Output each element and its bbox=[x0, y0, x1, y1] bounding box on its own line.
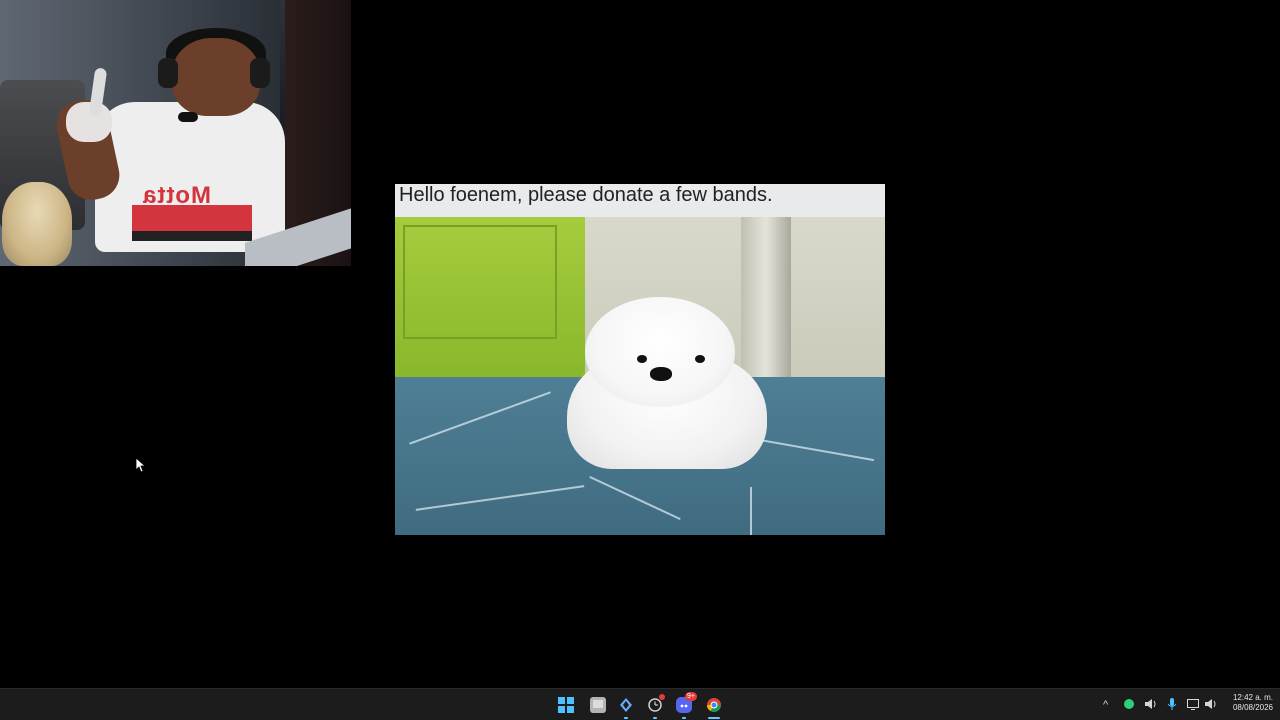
speaker-icon[interactable] bbox=[1144, 697, 1158, 711]
volume-icon[interactable] bbox=[1204, 697, 1218, 711]
taskbar: 9+ ^ 12:42 a. m. 08/08/2026 bbox=[0, 688, 1280, 720]
file-explorer-icon[interactable] bbox=[590, 697, 606, 713]
network-icon[interactable] bbox=[1186, 697, 1200, 711]
discord-icon[interactable]: 9+ bbox=[676, 692, 697, 713]
mouse-cursor-icon bbox=[136, 458, 146, 472]
shirt-dark-stripe bbox=[132, 231, 252, 241]
microphone-icon[interactable] bbox=[1165, 697, 1179, 711]
dog-nose bbox=[650, 367, 672, 381]
dog-eye-right bbox=[695, 355, 705, 363]
donation-alert: Hello foenem, please donate a few bands. bbox=[395, 184, 885, 535]
clock-time: 12:42 a. m. bbox=[1232, 693, 1273, 702]
microphone bbox=[178, 112, 198, 122]
clock-date: 08/08/2026 bbox=[1232, 703, 1273, 712]
status-green-icon[interactable] bbox=[1124, 699, 1134, 709]
dog-eye-left bbox=[637, 355, 647, 363]
streamer-face bbox=[172, 38, 260, 116]
clock-notification-badge bbox=[659, 694, 665, 700]
webcam-overlay: Motta bbox=[0, 0, 351, 266]
aura-active-indicator bbox=[624, 717, 628, 719]
chevron-up-icon[interactable]: ^ bbox=[1103, 699, 1108, 711]
clock-app-icon[interactable] bbox=[647, 694, 665, 713]
cabinet-panel bbox=[403, 225, 557, 339]
dog-head bbox=[585, 297, 735, 407]
shirt-logo: Motta bbox=[142, 182, 211, 209]
discord-notification-badge: 9+ bbox=[685, 692, 697, 701]
plush-cat bbox=[2, 182, 72, 266]
dog-photo-cabinet bbox=[395, 217, 585, 387]
dog-photo-doorframe bbox=[741, 217, 791, 397]
aura-app-icon[interactable] bbox=[618, 697, 634, 713]
discord-active-indicator bbox=[682, 717, 686, 719]
taskbar-clock[interactable]: 12:42 a. m. 08/08/2026 bbox=[1223, 693, 1273, 713]
alert-message: Hello foenem, please donate a few bands. bbox=[395, 184, 885, 217]
chrome-active-indicator bbox=[708, 717, 720, 719]
clock-active-indicator bbox=[653, 717, 657, 719]
alert-dog-image bbox=[395, 217, 885, 535]
chrome-icon[interactable] bbox=[706, 697, 722, 713]
headset-left-icon bbox=[158, 58, 178, 88]
windows-start-icon[interactable] bbox=[558, 697, 574, 713]
headset-right-icon bbox=[250, 58, 270, 88]
